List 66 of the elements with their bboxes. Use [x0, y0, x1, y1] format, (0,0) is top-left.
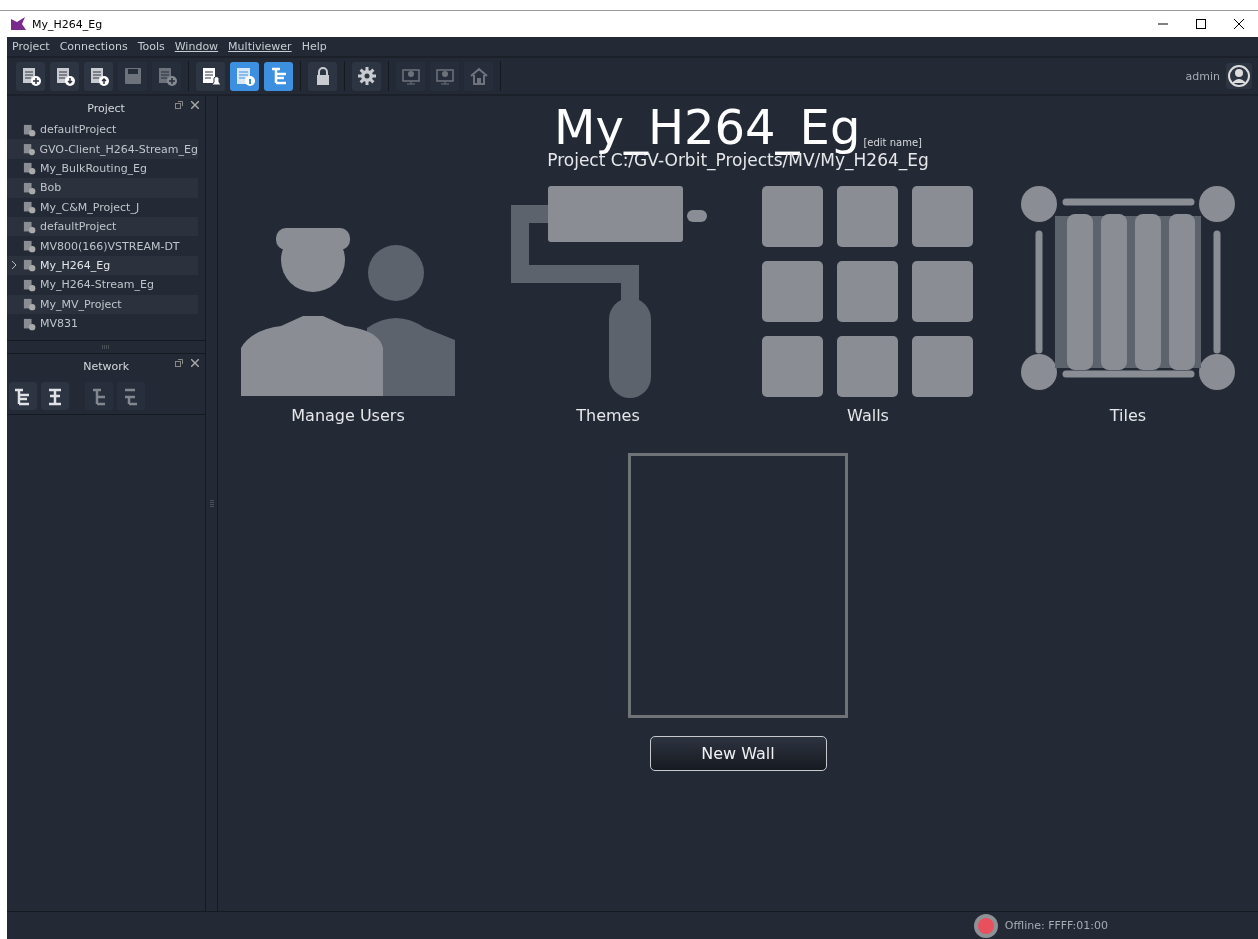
menu-item[interactable]: Multiviewer: [223, 40, 297, 53]
document-icon: [22, 277, 36, 292]
document-icon: [22, 161, 36, 176]
user-icon: [1228, 65, 1250, 87]
document-icon: [22, 316, 36, 331]
toolbar-button[interactable]: [264, 61, 293, 91]
menu-item[interactable]: Connections: [54, 40, 133, 53]
tree-row[interactable]: My_H264_Eg: [7, 255, 198, 276]
user-name: admin: [1185, 69, 1220, 83]
menu-item[interactable]: Window: [169, 40, 224, 53]
users-icon: [241, 228, 455, 398]
toolbar-button[interactable]: [230, 61, 259, 91]
grip-icon[interactable]: [209, 499, 214, 508]
tile-label[interactable]: Themes: [576, 406, 640, 425]
tree-row[interactable]: MV800(166)VSTREAM-DT: [7, 236, 198, 256]
float-icon[interactable]: [175, 359, 184, 367]
menu-item[interactable]: Help: [296, 40, 332, 53]
tree-row[interactable]: defaultProject: [7, 120, 198, 140]
toolbar-button[interactable]: [352, 61, 381, 91]
tree-row[interactable]: My_H264-Stream_Eg: [7, 275, 198, 295]
menu-item[interactable]: Tools: [132, 40, 170, 53]
toolbar-button[interactable]: [308, 61, 337, 91]
close-icon[interactable]: [191, 359, 200, 367]
document-icon: [22, 258, 36, 273]
chevron-icon: [11, 260, 18, 271]
settings-icon: [355, 65, 378, 87]
panel-title: Project: [87, 101, 125, 115]
close-icon[interactable]: [191, 101, 200, 109]
tile-label[interactable]: Manage Users: [291, 406, 405, 425]
toolbar-button[interactable]: [196, 61, 225, 91]
app-logo-icon: [10, 17, 26, 31]
tile-label[interactable]: Tiles: [1109, 406, 1147, 425]
document-icon: [22, 122, 36, 137]
document-icon: [22, 200, 36, 215]
tree-row[interactable]: My_MV_Project: [7, 294, 198, 314]
document-icon: [22, 219, 36, 234]
close-icon: [1234, 19, 1244, 29]
new-wall-button[interactable]: New Wall: [649, 736, 827, 771]
grip-icon[interactable]: [102, 345, 111, 349]
window-title: My_H264_Eg: [32, 17, 103, 31]
paint-roller-icon: [508, 186, 708, 398]
status-text: Offline: FFFF:01:00: [1004, 919, 1108, 932]
tree-row[interactable]: MV831: [7, 313, 198, 334]
user-avatar-button[interactable]: [1226, 63, 1252, 89]
project-title: My_H264_Eg: [554, 100, 861, 154]
tile-label[interactable]: Walls: [847, 406, 889, 425]
tree-row[interactable]: My_C&M_Project_J: [7, 197, 198, 217]
maximize-icon: [1196, 19, 1206, 29]
document-icon: [22, 180, 36, 195]
grid-icon: [762, 186, 974, 398]
tree-row[interactable]: Bob: [7, 178, 198, 198]
float-icon[interactable]: [175, 101, 184, 109]
tree-button[interactable]: [41, 382, 69, 410]
tree-row[interactable]: GVO-Client_H264-Stream_Eg: [7, 139, 198, 159]
tree-row[interactable]: My_BulkRouting_Eg: [7, 158, 198, 179]
panel-title: Network: [83, 359, 130, 373]
toolbar-button[interactable]: [50, 61, 79, 91]
tree-button[interactable]: [9, 382, 37, 410]
document-icon: [22, 239, 36, 254]
toolbar-button[interactable]: [16, 61, 45, 91]
menu-item[interactable]: Project: [7, 40, 55, 53]
tree-row[interactable]: defaultProject: [7, 216, 198, 237]
edit-name-link[interactable]: [edit name]: [863, 137, 922, 148]
document-icon: [21, 142, 36, 157]
document-icon: [22, 297, 36, 312]
toolbar-button[interactable]: [84, 61, 113, 91]
